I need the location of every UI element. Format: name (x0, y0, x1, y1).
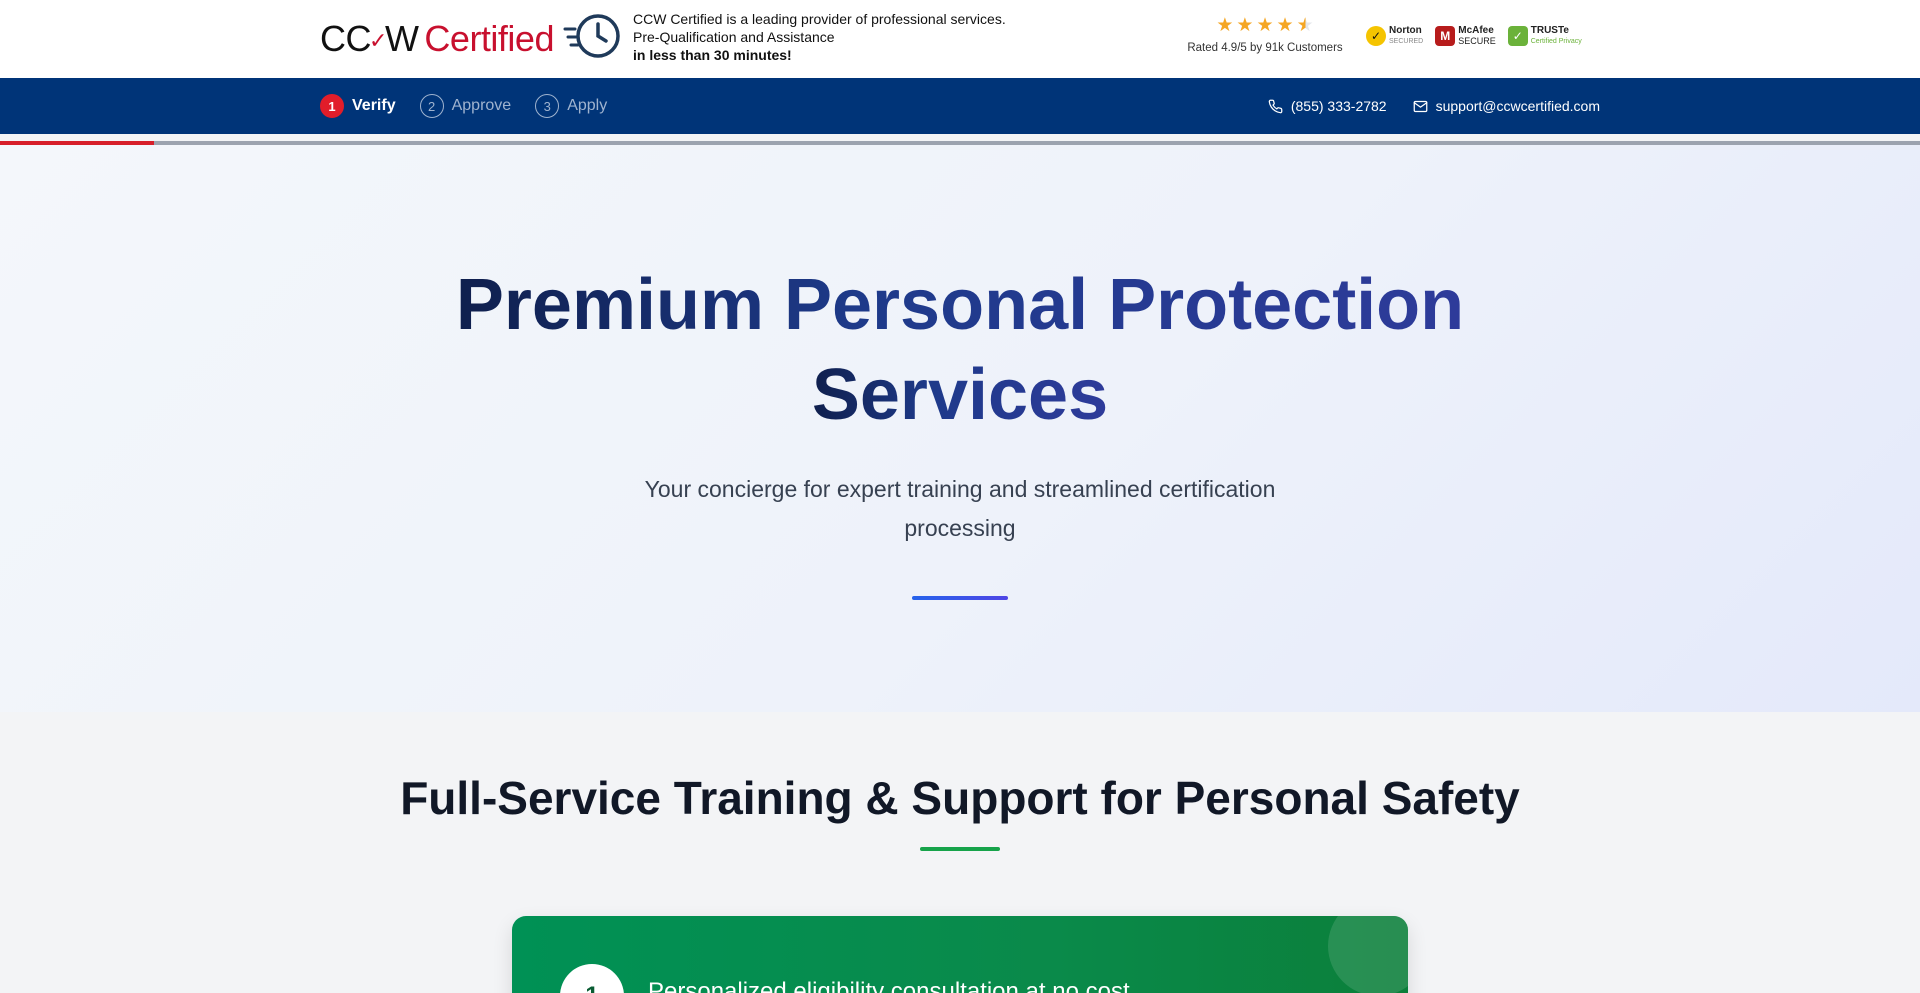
hero-subtitle: Your concierge for expert training and s… (644, 476, 1276, 541)
top-header: CC ✓ W Certified CCW Certified is a leadin… (0, 0, 1920, 78)
mcafee-badge-name: McAfee (1458, 25, 1494, 36)
norton-check-icon: ✓ (1366, 26, 1386, 46)
step-navbar: 1 Verify 2 Approve 3 Apply (855) 333-278… (0, 78, 1920, 134)
contact-info: (855) 333-2782 support@ccwcertified.com (1268, 78, 1600, 134)
service-card-number: 1 (560, 964, 624, 993)
hero-title-line-2: Services (811, 355, 1109, 435)
rating-text: Rated 4.9/5 by 91k Customers (1187, 42, 1343, 54)
step-label: Verify (352, 97, 396, 114)
tagline-line-1: CCW Certified is a leading provider of p… (633, 11, 1006, 27)
logo-check-icon: ✓ (369, 28, 387, 53)
trust-badges: ✓ Norton SECURED M McAfee SECURE ✓ TRUSTe C… (1366, 20, 1582, 52)
services-divider (920, 847, 1000, 851)
step-number: 2 (419, 94, 444, 118)
step-number: 3 (535, 94, 560, 118)
tagline-line-2: Pre-Qualification and Assistance (633, 29, 835, 45)
star-icon: ★ (1216, 15, 1234, 36)
hero-divider (912, 596, 1008, 600)
mail-icon (1413, 100, 1427, 112)
hero-title-line-1: Premium Personal Protection (455, 265, 1465, 345)
step-approve[interactable]: 2 Approve (419, 94, 512, 118)
star-icon: ★ (1256, 15, 1274, 36)
tagline-line-3: in less than 30 minutes! (633, 47, 792, 63)
step-verify[interactable]: 1 Verify (320, 94, 396, 118)
norton-badge-name: Norton (1389, 25, 1422, 36)
star-icon: ★ (1236, 15, 1254, 36)
step-label: Apply (567, 97, 608, 114)
phone-icon (1268, 99, 1283, 113)
logo-text-certified: Certified (424, 18, 554, 59)
services-title: Full-Service Training & Support for Pers… (400, 772, 1520, 824)
phone-number: (855) 333-2782 (1290, 98, 1387, 114)
truste-badge: ✓ TRUSTe Certified Privacy (1507, 20, 1582, 52)
truste-badge-name: TRUSTe (1530, 25, 1569, 36)
hero-section: Premium Personal Protection Services You… (0, 145, 1920, 712)
progress-steps: 1 Verify 2 Approve 3 Apply (320, 78, 607, 134)
step-number: 1 (320, 94, 344, 118)
norton-badge-sub: SECURED (1389, 38, 1424, 45)
phone-link[interactable]: (855) 333-2782 (1268, 98, 1387, 114)
logo-text-w: W (384, 18, 419, 59)
fast-clock-icon (563, 14, 620, 58)
hero-title: Premium Personal Protection Services (0, 260, 1920, 440)
truste-badge-sub: Certified Privacy (1530, 38, 1582, 45)
step-label: Approve (451, 97, 512, 114)
star-icon: ★ (1276, 15, 1294, 36)
mcafee-shield-icon: M (1435, 26, 1456, 46)
service-card-text: Personalized eligibility consultation at… (648, 978, 1130, 993)
mcafee-badge-sub: SECURE (1458, 36, 1496, 46)
step-apply[interactable]: 3 Apply (535, 94, 607, 118)
norton-badge: ✓ Norton SECURED (1366, 20, 1423, 52)
rating-stars: ★ ★ ★ ★ ★ (1180, 16, 1350, 36)
half-star-icon: ★ (1296, 15, 1314, 36)
logo-text-cc: CC (320, 18, 372, 59)
customer-rating: ★ ★ ★ ★ ★ Rated 4.9/5 by 91k Customers (1180, 16, 1350, 55)
service-card[interactable]: 1 Personalized eligibility consultation … (512, 916, 1408, 993)
card-decor-circle (1328, 916, 1408, 993)
tagline: CCW Certified is a leading provider of p… (633, 10, 1006, 64)
mcafee-badge: M McAfee SECURE (1435, 20, 1496, 52)
email-address: support@ccwcertified.com (1435, 98, 1600, 114)
logo[interactable]: CC ✓ W Certified (320, 18, 554, 59)
email-link[interactable]: support@ccwcertified.com (1413, 98, 1600, 114)
truste-check-icon: ✓ (1507, 26, 1528, 46)
